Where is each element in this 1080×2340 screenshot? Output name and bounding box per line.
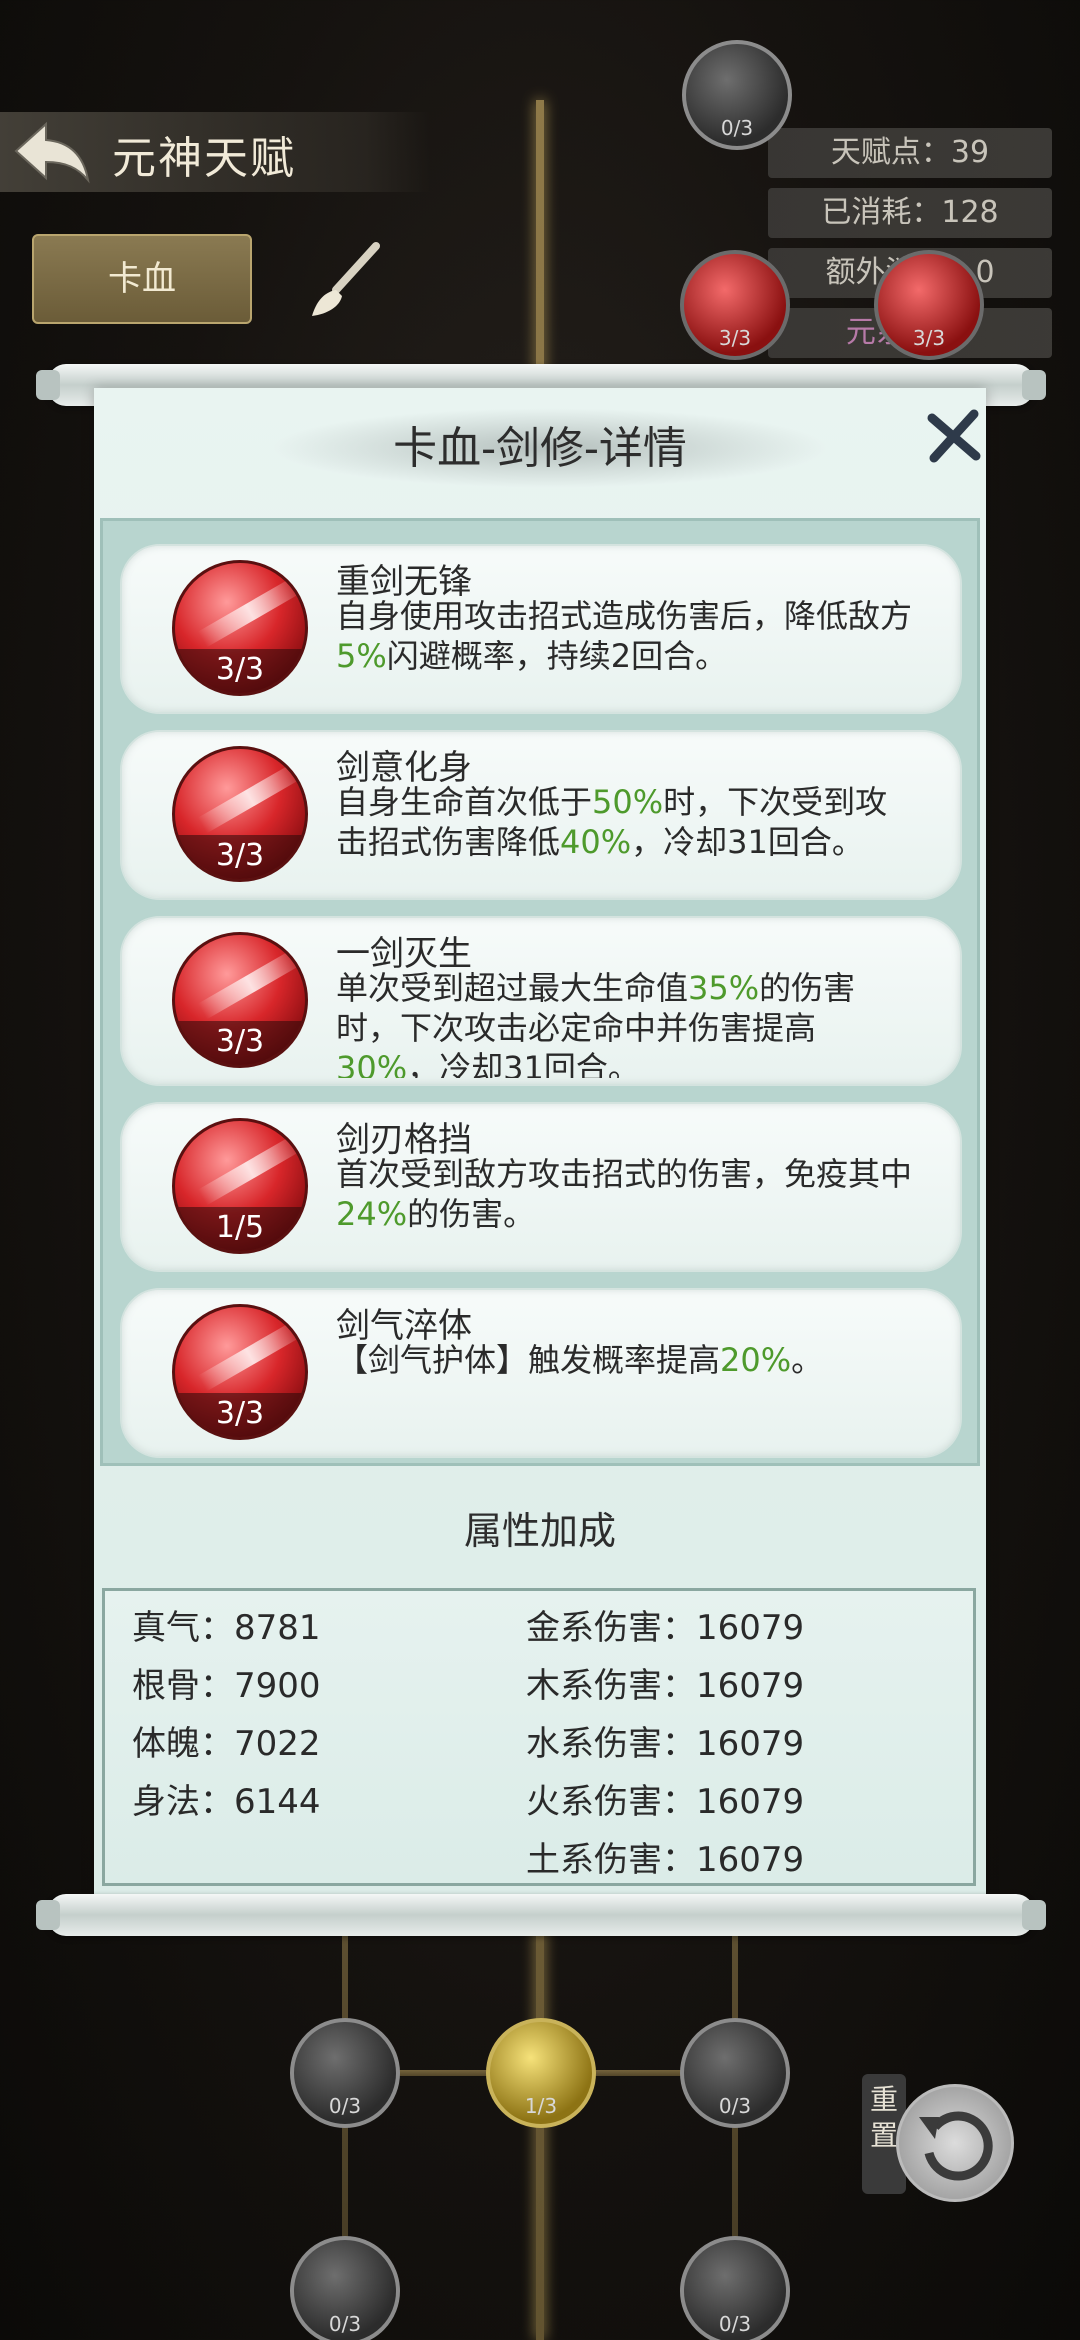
skill-level: 3/3: [175, 835, 305, 879]
attr-right: 火系伤害：16079: [526, 1782, 805, 1822]
talent-node[interactable]: 0/3: [682, 40, 792, 150]
scroll-rod-bottom: [36, 1894, 1046, 1936]
node-count: 0/3: [328, 2094, 362, 2118]
popup-title: 卡血-剑修-详情: [393, 423, 687, 474]
skill-level: 3/3: [175, 1021, 305, 1065]
page-title: 元神天赋: [112, 133, 296, 184]
talent-node[interactable]: 1/3: [486, 2018, 596, 2128]
close-icon[interactable]: [924, 406, 984, 466]
tab-kaxue[interactable]: 卡血: [32, 234, 252, 324]
talent-node[interactable]: 3/3: [680, 250, 790, 360]
skill-level: 1/5: [175, 1207, 305, 1251]
attr-left: 体魄：7022: [132, 1724, 321, 1764]
skill-level: 3/3: [175, 1393, 305, 1437]
skill-description: 单次受到超过最大生命值35%的伤害时，下次攻击必定命中并伤害提高30%，冷却31…: [336, 969, 856, 1078]
node-count: 1/3: [524, 2094, 558, 2118]
skill-description: 自身生命首次低于50%时，下次受到攻击招式伤害降低40%，冷却31回合。: [336, 783, 888, 861]
attr-right: 土系伤害：16079: [526, 1840, 805, 1880]
node-count: 0/3: [718, 2094, 752, 2118]
skill-icon: 3/3: [172, 560, 308, 696]
skill-description: 自身使用攻击招式造成伤害后，降低敌方5%闪避概率，持续2回合。: [336, 597, 913, 675]
skill-description: 首次受到敌方攻击招式的伤害，免疫其中24%的伤害。: [336, 1155, 913, 1233]
node-count: 3/3: [718, 326, 752, 350]
attr-left: 身法：6144: [132, 1782, 321, 1822]
skill-icon: 1/5: [172, 1118, 308, 1254]
reset-icon: [919, 2111, 993, 2181]
talent-node[interactable]: 0/3: [290, 2236, 400, 2340]
talent-points-stat: 天赋点：39: [768, 128, 1052, 178]
skill-description: 【剑气护体】触发概率提高20%。: [336, 1341, 824, 1379]
talent-node[interactable]: 0/3: [290, 2018, 400, 2128]
attr-left: 根骨：7900: [132, 1666, 321, 1706]
attr-left: 真气：8781: [132, 1608, 321, 1648]
attr-right: 木系伤害：16079: [526, 1666, 805, 1706]
reset-button[interactable]: [896, 2084, 1014, 2202]
attr-right: 水系伤害：16079: [526, 1724, 805, 1764]
attributes-heading: 属性加成: [463, 1509, 616, 1553]
node-count: 0/3: [718, 2312, 752, 2336]
node-count: 0/3: [328, 2312, 362, 2336]
talent-node[interactable]: 3/3: [874, 250, 984, 360]
skill-level: 3/3: [175, 649, 305, 693]
talent-node[interactable]: 0/3: [680, 2236, 790, 2340]
skill-icon: 3/3: [172, 932, 308, 1068]
attr-right: 金系伤害：16079: [526, 1608, 805, 1648]
consumed-stat: 已消耗：128: [768, 188, 1052, 238]
skill-icon: 3/3: [172, 1304, 308, 1440]
skill-icon: 3/3: [172, 746, 308, 882]
brush-icon[interactable]: [306, 240, 386, 320]
talent-node[interactable]: 0/3: [680, 2018, 790, 2128]
node-count: 0/3: [720, 116, 754, 140]
back-arrow-icon[interactable]: [12, 118, 92, 184]
node-count: 3/3: [912, 326, 946, 350]
